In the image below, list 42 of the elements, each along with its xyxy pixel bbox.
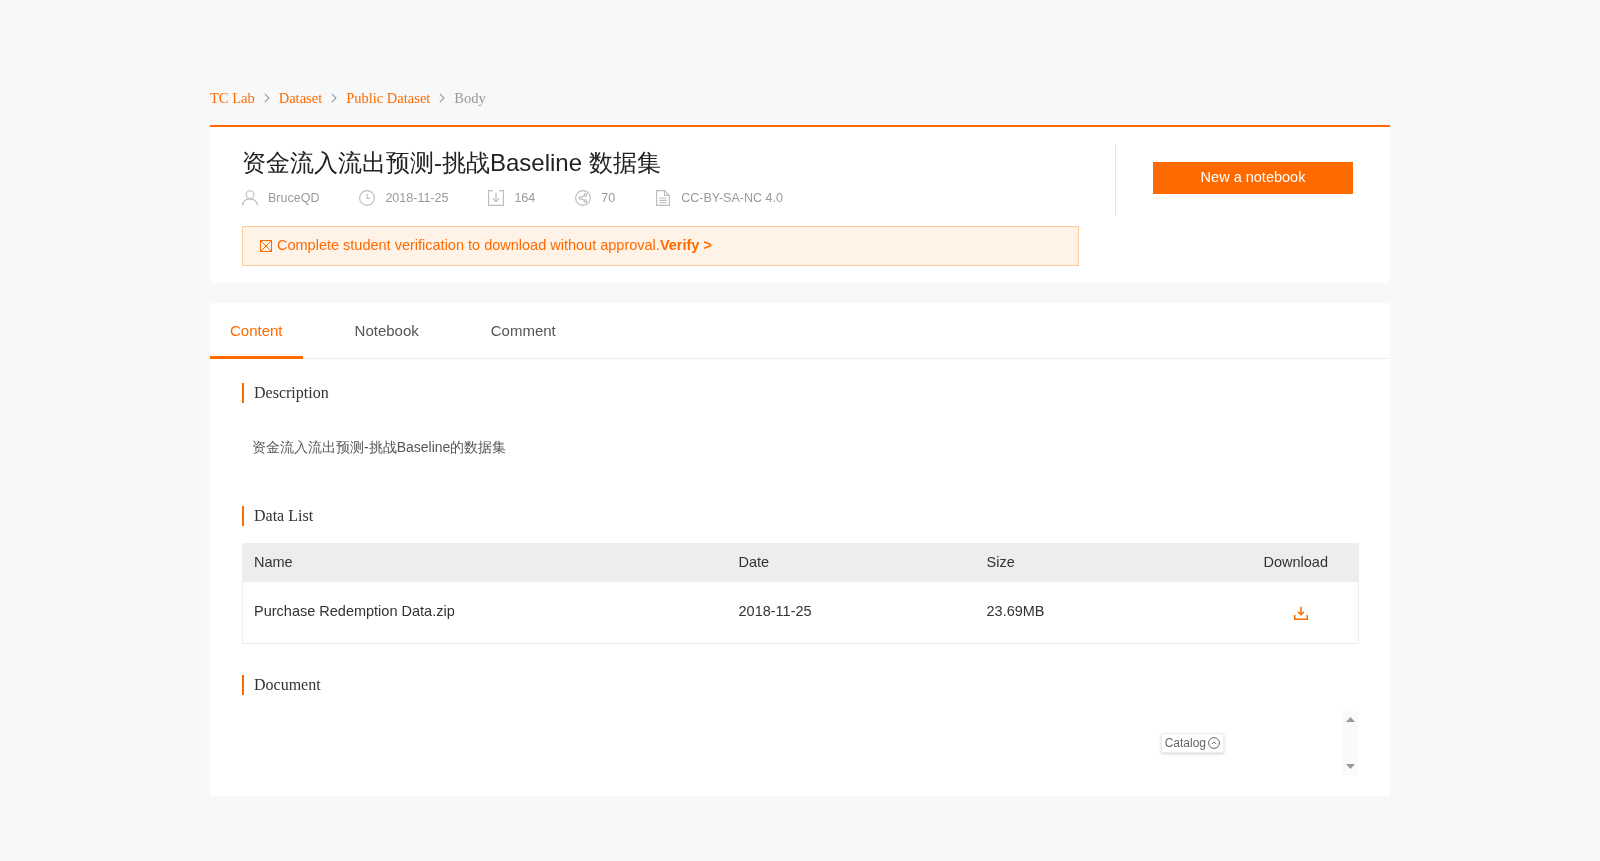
chevron-right-icon	[439, 93, 446, 103]
crossed-box-icon	[260, 240, 272, 252]
column-header: Name	[242, 543, 728, 582]
description-text: 资金流入流出预测-挑战Baseline的数据集	[252, 438, 507, 457]
share-icon	[575, 190, 592, 206]
section-heading: Document	[242, 675, 321, 695]
chevron-up-circle-icon	[1208, 737, 1220, 749]
catalog-button[interactable]: Catalog	[1160, 733, 1224, 753]
column-header: Date	[727, 543, 976, 582]
tab[interactable]: Notebook	[334, 303, 439, 359]
shares-text: 70	[601, 190, 616, 207]
scroll-down-icon[interactable]	[1346, 764, 1355, 769]
breadcrumb-link[interactable]: TC Lab	[210, 88, 255, 108]
notice-text: Complete student verification to download without approval.Verify >	[277, 236, 712, 256]
download-icon[interactable]	[1294, 605, 1308, 620]
person-icon	[242, 190, 258, 206]
table-cell: 2018-11-25	[727, 581, 976, 644]
clock-icon	[359, 190, 376, 206]
scroll-up-icon[interactable]	[1346, 717, 1355, 722]
column-header: Download	[1175, 543, 1359, 582]
breadcrumb-link[interactable]: Dataset	[278, 88, 323, 108]
scrollbar[interactable]	[1343, 711, 1358, 775]
section-heading: Description	[242, 383, 329, 403]
table-cell: Purchase Redemption Data.zip	[242, 581, 728, 644]
chevron-right-icon	[263, 93, 270, 103]
breadcrumb-current: Body	[454, 89, 486, 108]
breadcrumb-link[interactable]: Public Dataset	[346, 88, 431, 108]
download-icon	[488, 190, 505, 206]
downloads-text: 164	[514, 190, 536, 207]
verify-link[interactable]: Verify >	[659, 237, 712, 254]
tab[interactable]: Content	[210, 303, 303, 359]
author-text: BruceQD	[268, 190, 320, 207]
section-heading: Data List	[242, 506, 314, 526]
column-header: Size	[975, 543, 1176, 582]
table-cell: 23.69MB	[975, 581, 1176, 644]
dataset-title: 资金流入流出预测-挑战Baseline 数据集	[242, 148, 662, 178]
date-text: 2018-11-25	[385, 190, 449, 207]
chevron-right-icon	[331, 93, 338, 103]
document-icon	[655, 190, 672, 206]
tab[interactable]: Comment	[470, 303, 576, 359]
new-notebook-button[interactable]: New a notebook	[1153, 162, 1353, 194]
license-text: CC-BY-SA-NC 4.0	[681, 190, 783, 207]
